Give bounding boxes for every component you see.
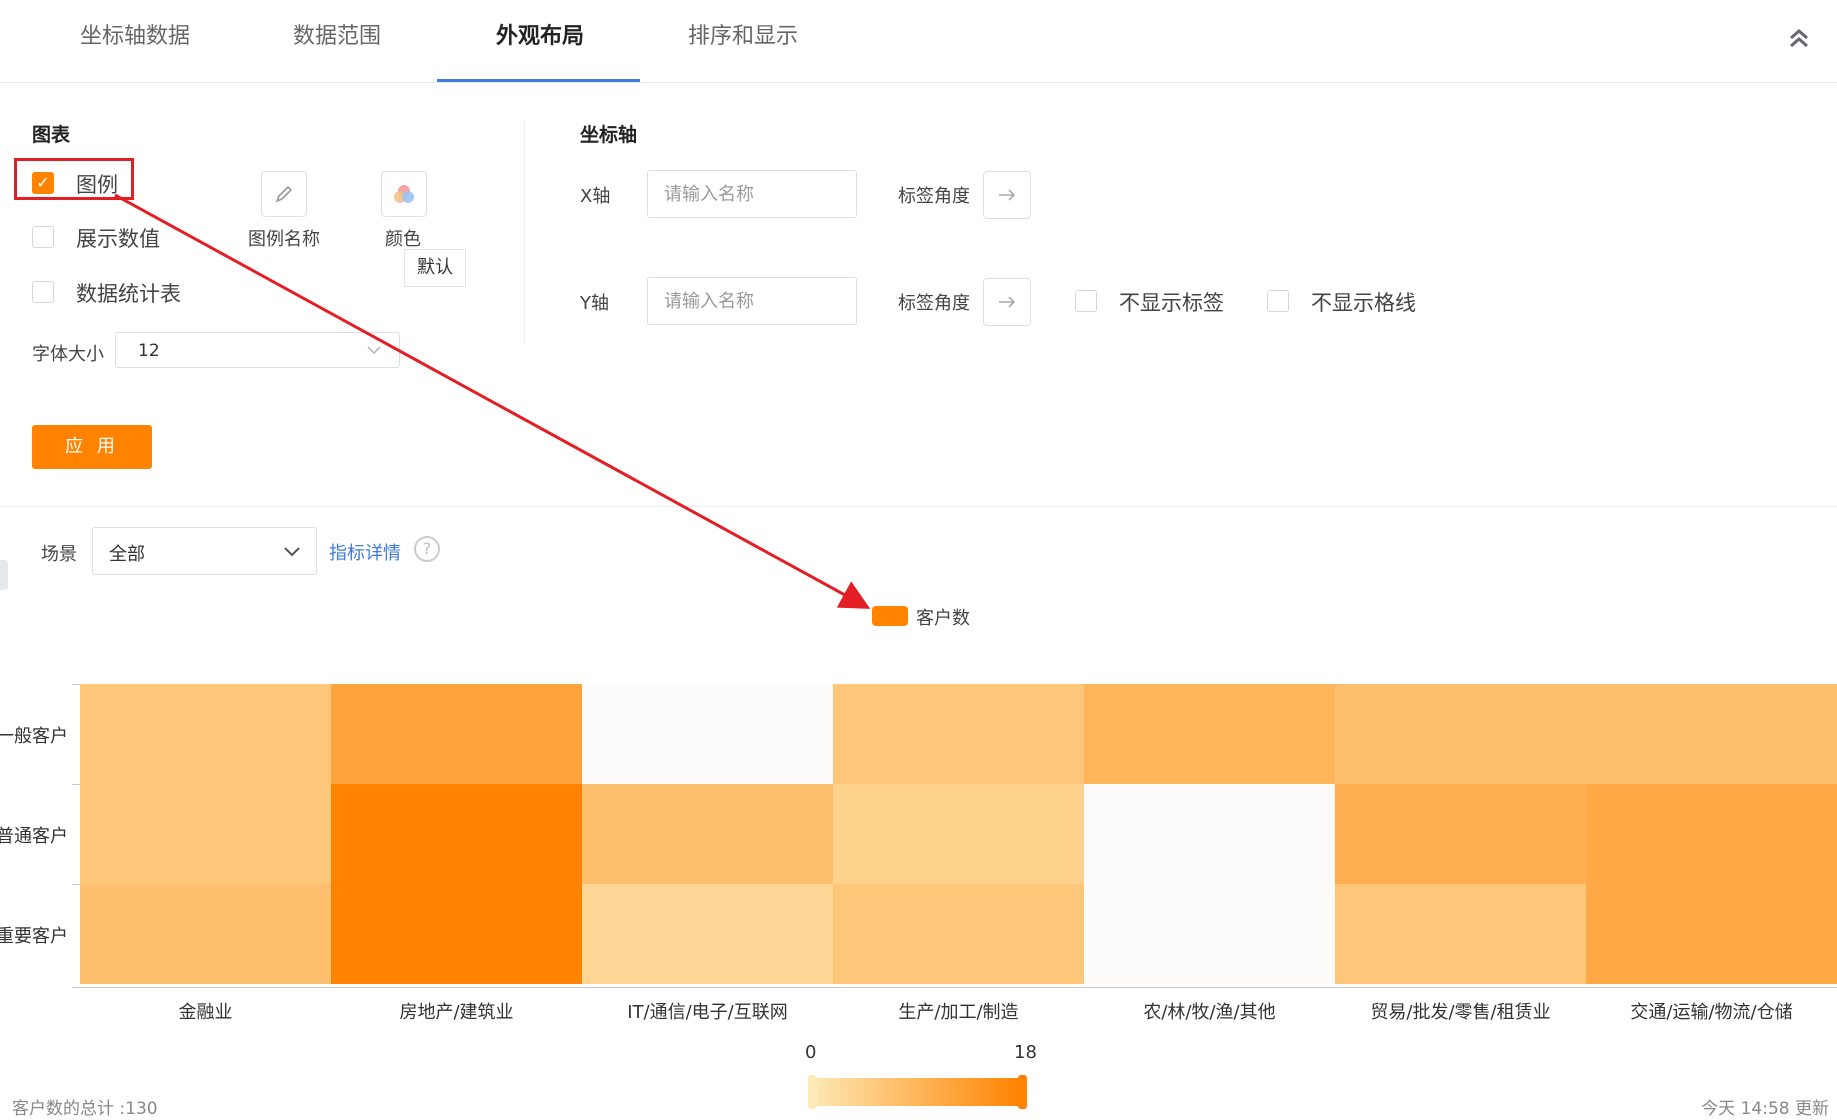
- annotation-arrow: [114, 193, 871, 609]
- total-count-text: 客户数的总计 :130: [12, 1099, 158, 1119]
- last-updated-text: 今天 14:58 更新: [1701, 1099, 1829, 1119]
